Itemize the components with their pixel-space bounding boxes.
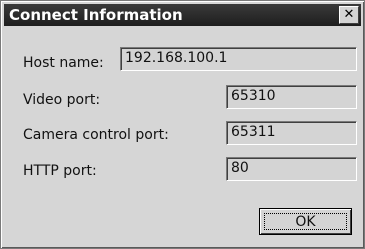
connect-information-dialog: Connect Information ✕ Host name: 192.168… bbox=[0, 0, 365, 249]
host-name-field[interactable]: 192.168.100.1 bbox=[120, 47, 357, 71]
ok-button-label: OK bbox=[264, 213, 347, 230]
close-button[interactable]: ✕ bbox=[339, 6, 359, 24]
dialog-title: Connect Information bbox=[9, 6, 183, 24]
title-bar[interactable]: Connect Information ✕ bbox=[4, 4, 361, 26]
video-port-field[interactable]: 65310 bbox=[226, 85, 357, 109]
close-icon: ✕ bbox=[343, 7, 355, 22]
video-port-label: Video port: bbox=[23, 92, 101, 108]
ok-button[interactable]: OK bbox=[259, 208, 352, 235]
camera-control-port-label: Camera control port: bbox=[23, 127, 169, 143]
host-name-label: Host name: bbox=[23, 55, 104, 71]
camera-control-port-field[interactable]: 65311 bbox=[226, 121, 357, 145]
http-port-field[interactable]: 80 bbox=[226, 157, 357, 181]
http-port-label: HTTP port: bbox=[23, 163, 97, 179]
